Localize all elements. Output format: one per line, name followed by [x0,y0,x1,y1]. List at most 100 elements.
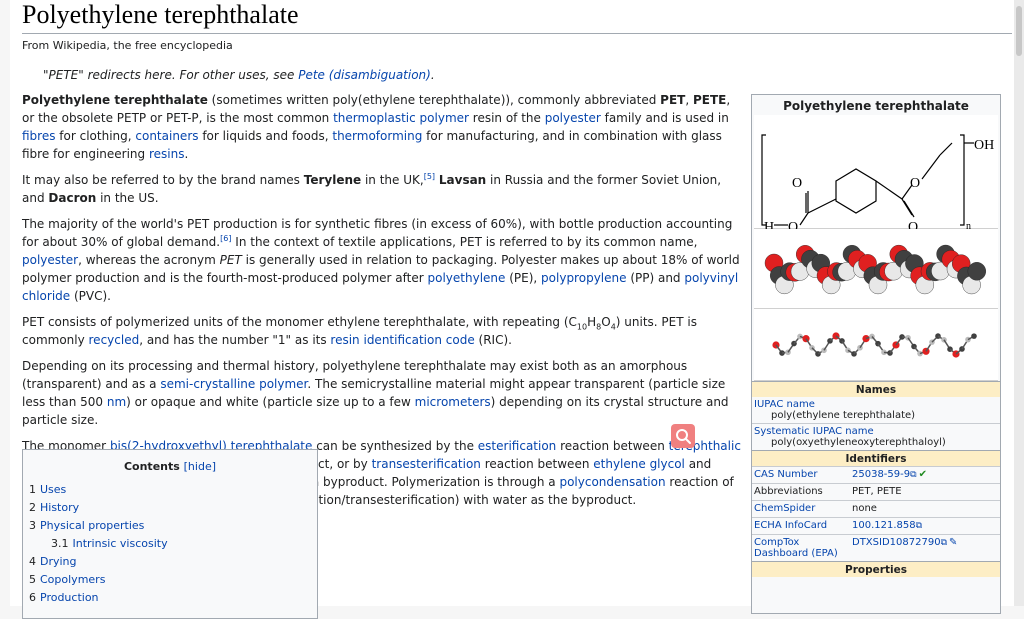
article-text: in the US. [96,191,159,205]
toc-item-number: 2 [29,501,36,514]
oxygen-label-3: O [910,176,920,191]
toc-item[interactable]: 3 Physical properties [29,517,317,535]
toc-item[interactable]: 5 Copolymers [29,571,317,589]
article-link[interactable]: polycondensation [559,475,665,489]
article-paragraph: PET consists of polymerized units of the… [22,313,742,349]
toc-item[interactable]: 4 Drying [29,553,317,571]
article-link[interactable]: containers [135,129,198,143]
identifier-key[interactable]: ECHA InfoCard [752,518,850,534]
tagline: From Wikipedia, the free encyclopedia [22,39,233,52]
external-link-icon: ⧉ [910,470,917,480]
toc-item-link[interactable]: Production [40,591,99,604]
article-page: Polyethylene terephthalate From Wikipedi… [10,0,1016,619]
hatnote: "PETE" redirects here. For other uses, s… [43,68,435,82]
toc-item-link[interactable]: Physical properties [40,519,144,532]
article-text: Polyethylene terephthalate [22,93,208,107]
identifier-value[interactable]: DTXSID10872790⧉ ✎ [850,535,1000,561]
space-filling-model-image [754,229,998,309]
article-link[interactable]: [5] [424,172,435,181]
article-text: In the context of textile applications, … [231,235,698,249]
identifier-value-text[interactable]: 25038-59-9 [852,469,910,480]
article-link[interactable]: esterification [478,439,557,453]
toc-item-number: 3.1 [51,537,69,550]
structural-formula-image: O H O O O OH n [754,115,998,235]
toc-item-link[interactable]: History [40,501,79,514]
article-link[interactable]: resin identification code [330,333,474,347]
identifier-value-text[interactable]: 100.121.858 [852,520,916,531]
page-title: Polyethylene terephthalate [22,0,299,29]
article-link[interactable]: polyester [545,111,601,125]
toc-item-link[interactable]: Copolymers [40,573,105,586]
identifier-key[interactable]: ChemSpider [752,501,850,517]
article-link[interactable]: [6] [220,234,231,243]
article-text: (PP) and [626,271,685,285]
edit-pencil-icon[interactable]: ✎ [949,537,957,548]
systematic-iupac-name-label[interactable]: Systematic IUPAC name [752,423,1000,437]
article-text: O [601,315,611,329]
article-text: (PE), [505,271,542,285]
identifier-value-text: none [852,503,877,514]
article-text: Dacron [48,191,97,205]
article-link[interactable]: recycled [89,333,140,347]
article-text: (RIC). [474,333,512,347]
toc-item[interactable]: 1 Uses [29,481,317,499]
toc-item-link[interactable]: Uses [40,483,66,496]
article-link[interactable]: polyethylene [428,271,506,285]
ball-stick-atom [862,334,870,343]
article-link[interactable]: thermoforming [332,129,422,143]
article-text: as a byproduct. Polymerization is throug… [290,475,560,489]
article-text: Lavsan [438,173,487,187]
toc-item[interactable]: 2 History [29,499,317,517]
toc-item-number: 1 [29,483,36,496]
article-paragraph: Polyethylene terephthalate (sometimes wr… [22,91,742,163]
search-badge[interactable] [671,424,695,448]
toc-item-number: 3 [29,519,36,532]
article-link[interactable]: thermoplastic polymer [333,111,469,125]
article-link[interactable]: transesterification [372,457,481,471]
identifier-key[interactable]: CompTox Dashboard (EPA) [752,535,850,561]
article-text: reaction between [480,457,594,471]
identifier-row: CompTox Dashboard (EPA) DTXSID10872790⧉ ✎ [752,534,1000,561]
iupac-name-label[interactable]: IUPAC name [752,397,1000,410]
article-link[interactable]: ethylene glycol [593,457,685,471]
toc-item-link[interactable]: Drying [40,555,77,568]
article-link[interactable]: semi-crystalline polymer [160,377,307,391]
article-link[interactable]: polypropylene [541,271,626,285]
toc-item[interactable]: 3.1 Intrinsic viscosity [29,535,317,553]
external-link-icon: ⧉ [940,538,947,548]
article-link[interactable]: polyester [22,253,78,267]
toc-hide-link[interactable]: [hide] [184,460,216,473]
article-link[interactable]: fibres [22,129,55,143]
oxygen-label-2: O [788,220,798,229]
infobox-properties-header: Properties [752,561,1000,577]
identifier-key[interactable]: CAS Number [752,467,850,483]
article-link[interactable]: resins [149,147,185,161]
hatnote-end: . [430,68,435,82]
identifier-value[interactable]: 100.121.858⧉ [850,518,1000,534]
article-link[interactable]: nm [107,395,126,409]
identifier-value-text: PET, PETE [852,486,902,497]
table-of-contents: Contents [hide] 1 Uses 2 History 3 Physical p… [22,449,318,619]
article-text: PETE [692,93,727,107]
toc-item-link[interactable]: Intrinsic viscosity [73,537,168,550]
identifier-key: Abbreviations [754,486,823,497]
search-icon [676,429,691,444]
article-link[interactable]: micrometers [415,395,491,409]
identifier-value[interactable]: 25038-59-9⧉ ✔ [850,467,1000,483]
article-text: It may also be referred to by the brand … [22,173,304,187]
article-text: can be synthesized by the [312,439,478,453]
hatnote-link[interactable]: Pete (disambiguation) [298,68,431,82]
title-divider [22,33,1012,34]
toc-list: 1 Uses 2 History 3 Physical properties 3.1 Intr… [23,481,317,607]
identifier-value: none [850,501,1000,517]
scrollbar-thumb[interactable] [1016,6,1022,56]
page-scrollbar[interactable] [1014,0,1024,606]
verified-check-icon[interactable]: ✔ [919,469,927,480]
article-text: for liquids and foods, [198,129,333,143]
toc-item[interactable]: 6 Production [29,589,317,607]
toc-title: Contents [hide] [23,460,317,473]
identifier-row: ChemSpider none [752,500,1000,517]
article-text: PET [219,253,242,267]
identifier-value-text[interactable]: DTXSID10872790 [852,537,941,548]
ball-stick-atom [971,333,977,339]
